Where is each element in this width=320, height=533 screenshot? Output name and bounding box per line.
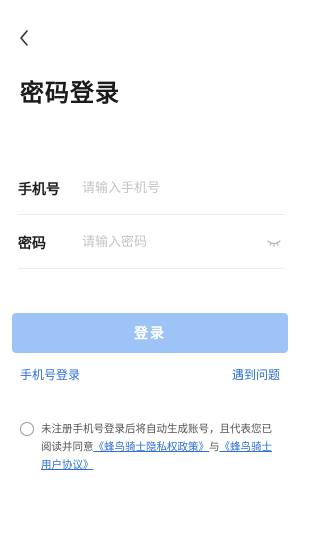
phone-login-link[interactable]: 手机号登录 bbox=[20, 366, 80, 383]
privacy-policy-link[interactable]: 《蜂鸟骑士隐私权政策》 bbox=[94, 441, 210, 453]
phone-label: 手机号 bbox=[18, 181, 60, 198]
password-row: 密码 bbox=[18, 217, 285, 269]
agreement-section: 未注册手机号登录后将自动生成账号，且代表您已阅读并同意《蜂鸟骑士隐私权政策》与《… bbox=[20, 420, 282, 474]
chevron-left-icon bbox=[20, 30, 28, 46]
password-label: 密码 bbox=[18, 235, 46, 252]
password-visibility-toggle[interactable] bbox=[263, 232, 285, 254]
login-button[interactable]: 登录 bbox=[12, 313, 288, 353]
page-title: 密码登录 bbox=[20, 79, 120, 107]
agreement-joiner: 与 bbox=[209, 441, 220, 453]
back-button[interactable] bbox=[12, 26, 36, 50]
phone-row: 手机号 bbox=[18, 163, 285, 215]
agreement-text: 未注册手机号登录后将自动生成账号，且代表您已阅读并同意《蜂鸟骑士隐私权政策》与《… bbox=[41, 420, 282, 474]
eye-closed-icon bbox=[267, 239, 281, 247]
help-link[interactable]: 遇到问题 bbox=[232, 366, 280, 383]
password-login-screen: 密码登录 手机号 密码 登录 手机号登录 遇到问题 未注册手机号登录后将自动生成… bbox=[0, 0, 300, 533]
password-input[interactable] bbox=[82, 235, 263, 250]
phone-input[interactable] bbox=[82, 181, 285, 196]
agreement-checkbox[interactable] bbox=[20, 422, 34, 436]
